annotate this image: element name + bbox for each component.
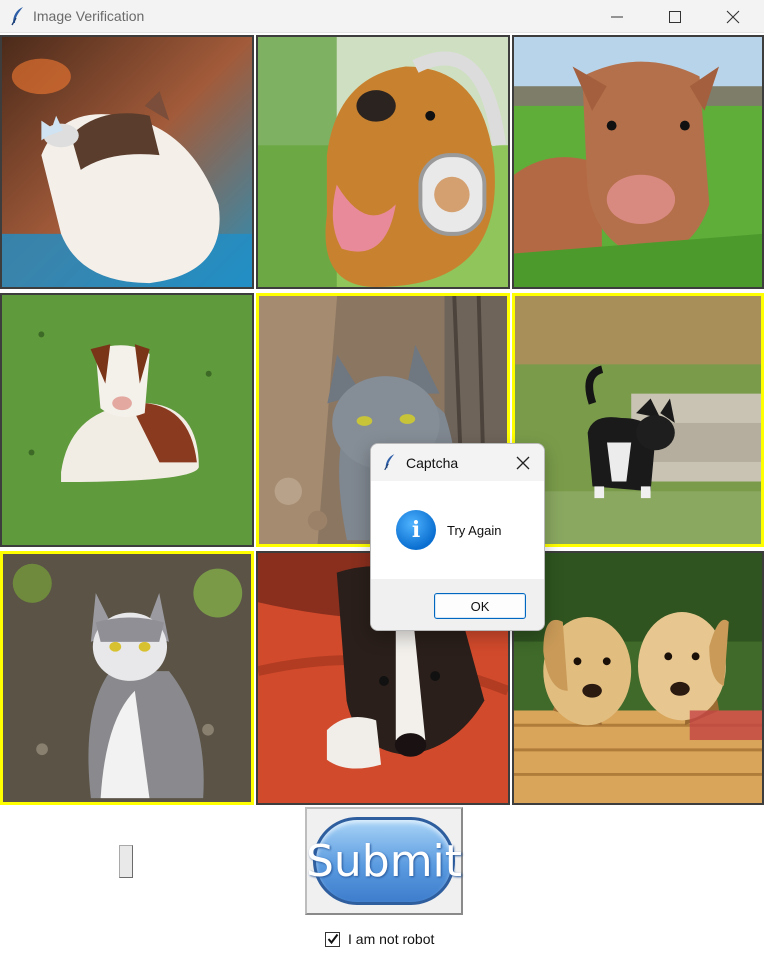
grid-image-1[interactable] (0, 35, 254, 289)
submit-button-face: Submit (306, 817, 462, 905)
captcha-dialog: Captcha i Try Again OK (370, 443, 545, 631)
scale-slider-handle[interactable] (119, 845, 133, 878)
dialog-title-bar: Captcha (371, 444, 544, 481)
dialog-body: i Try Again (371, 481, 544, 579)
not-robot-checkbox-row[interactable]: I am not robot (325, 931, 434, 947)
dialog-footer: OK (371, 579, 544, 630)
not-robot-label: I am not robot (348, 931, 435, 947)
minimize-button[interactable] (588, 0, 646, 33)
cat-image (2, 37, 252, 287)
cat-image (515, 296, 761, 544)
ok-button[interactable]: OK (434, 593, 526, 619)
grid-image-4[interactable] (0, 293, 254, 547)
grid-image-2[interactable] (256, 35, 510, 289)
puppies-image (514, 553, 762, 803)
window-title: Image Verification (33, 8, 145, 24)
grid-image-3[interactable] (512, 35, 764, 289)
calf-image (2, 295, 252, 545)
calf-image (514, 37, 762, 287)
feather-icon (384, 454, 395, 471)
cat-image (3, 554, 251, 802)
submit-button[interactable]: Submit (305, 807, 463, 915)
dialog-title: Captcha (406, 455, 459, 471)
captcha-image-grid (0, 35, 764, 807)
dog-image (258, 37, 508, 287)
checkmark-icon (327, 933, 338, 945)
feather-icon (11, 7, 23, 26)
grid-image-9[interactable] (512, 551, 764, 805)
info-icon: i (396, 510, 436, 550)
maximize-icon (669, 10, 681, 23)
not-robot-checkbox[interactable] (325, 931, 340, 947)
window-title-bar: Image Verification (0, 0, 764, 33)
maximize-button[interactable] (646, 0, 704, 33)
grid-image-7[interactable] (0, 551, 254, 805)
close-icon (726, 10, 740, 23)
minimize-icon (611, 16, 623, 17)
grid-image-6[interactable] (512, 293, 764, 547)
close-window-button[interactable] (704, 0, 762, 33)
dialog-message: Try Again (447, 523, 502, 538)
close-icon[interactable] (516, 456, 530, 470)
submit-label: Submit (305, 835, 463, 887)
